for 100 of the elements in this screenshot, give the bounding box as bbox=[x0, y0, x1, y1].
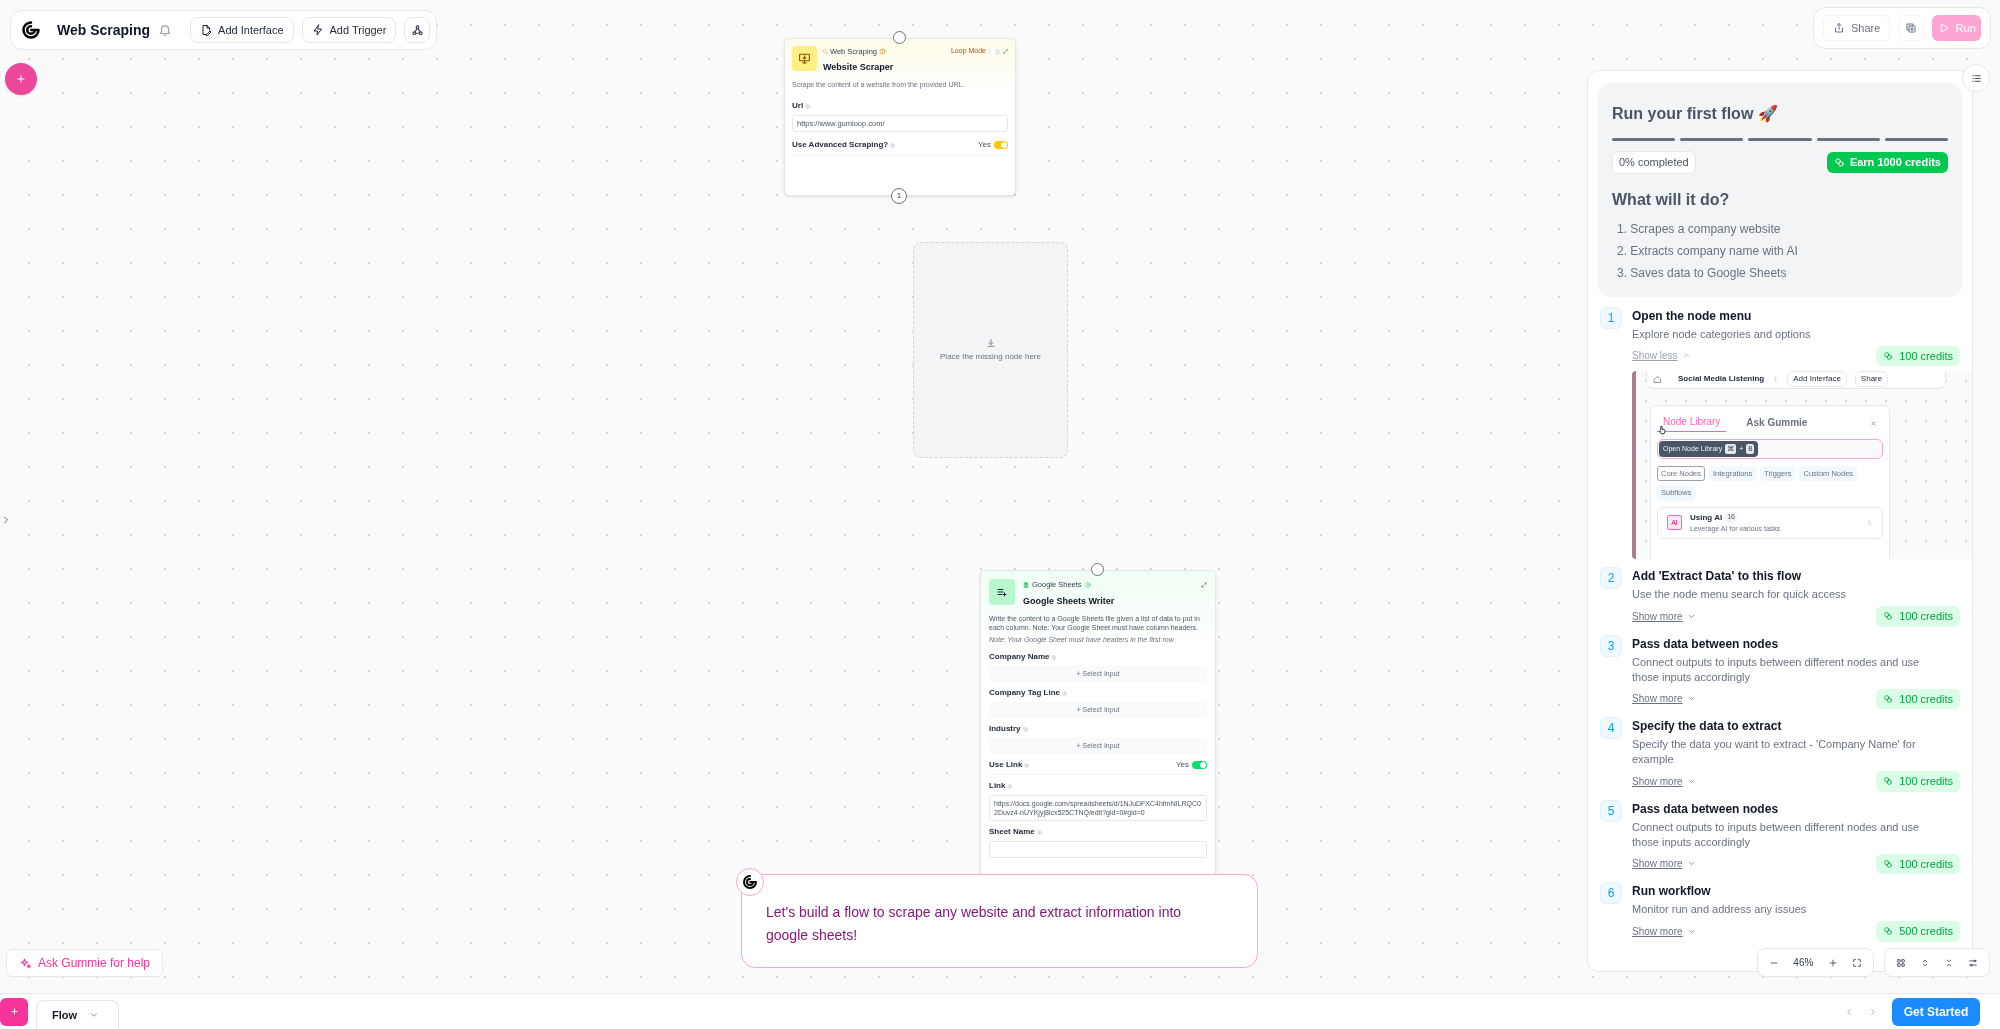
field-label: Company Tag Line bbox=[989, 687, 1060, 700]
sparkles-icon bbox=[19, 956, 32, 970]
toggle-switch[interactable] bbox=[994, 141, 1008, 150]
step-title: Add 'Extract Data' to this flow bbox=[1632, 568, 1803, 585]
hand-cursor-icon bbox=[1657, 425, 1667, 435]
fullscreen-icon bbox=[1851, 957, 1862, 968]
logo-icon bbox=[21, 20, 41, 40]
expand-icon bbox=[1003, 49, 1008, 55]
show-more-toggle[interactable]: Show more bbox=[1632, 923, 1696, 939]
sheet-file-icon bbox=[1023, 581, 1029, 588]
show-more-toggle[interactable]: Show more bbox=[1632, 856, 1696, 872]
library-tab[interactable]: Ask Gummie bbox=[1740, 414, 1814, 432]
field-label: Sheet Name bbox=[989, 826, 1035, 839]
ask-gummie-button[interactable]: Ask Gummie for help bbox=[6, 949, 164, 977]
get-started-button[interactable]: Get Started bbox=[1892, 997, 1980, 1026]
info-icon bbox=[805, 103, 811, 109]
guide-list-item: 2. Extracts company name with AI bbox=[1617, 242, 1799, 260]
node-title: Website Scraper bbox=[823, 61, 895, 75]
sliders-icon bbox=[1968, 957, 1978, 968]
list-icon bbox=[1970, 72, 1982, 84]
step-description: Specify the data you want to extract - 'Company Name' for example bbox=[1632, 737, 1917, 767]
toolbar-button[interactable]: Add Trigger bbox=[301, 17, 397, 43]
step-number: 6 bbox=[1600, 882, 1622, 904]
step-title: Run workflow bbox=[1632, 883, 1712, 900]
zoom-in-button[interactable] bbox=[1827, 957, 1838, 968]
coins-icon bbox=[1883, 858, 1894, 869]
help-icon bbox=[879, 48, 886, 56]
lightning-icon bbox=[311, 24, 324, 36]
duplicate-button[interactable] bbox=[1898, 15, 1925, 41]
show-more-toggle[interactable]: Show more bbox=[1632, 691, 1696, 707]
google-sheets-node[interactable] bbox=[980, 570, 1216, 876]
step-description: Connect outputs to inputs between different nodes and use those inputs accordingly bbox=[1632, 654, 1921, 685]
plus-icon bbox=[8, 1006, 20, 1017]
fit-view-button[interactable] bbox=[1851, 957, 1862, 968]
chat-message: Let's build a flow to scrape any website and extract information into google sheets! bbox=[766, 903, 1183, 945]
connector-handle[interactable]: 1 bbox=[891, 188, 907, 204]
step-description: Use the node menu search for quick access bbox=[1632, 587, 1847, 602]
info-icon bbox=[1061, 690, 1067, 696]
expand-button[interactable] bbox=[1920, 957, 1930, 968]
coins-icon bbox=[1883, 926, 1894, 937]
show-more-toggle[interactable]: Show more bbox=[1632, 773, 1696, 789]
webhook-icon bbox=[410, 23, 424, 37]
guide-title: Run your first flow 🚀 bbox=[1612, 104, 1779, 124]
field-label: Use Advanced Scraping? bbox=[792, 139, 889, 152]
close-icon bbox=[1870, 419, 1877, 427]
outline-button[interactable] bbox=[1962, 64, 1990, 92]
text-field[interactable] bbox=[989, 841, 1207, 859]
coins-icon bbox=[1833, 156, 1845, 168]
zoom-level: 46% bbox=[1793, 956, 1814, 970]
previous-button[interactable] bbox=[1844, 1006, 1854, 1017]
node-placeholder[interactable]: Place the missing node here bbox=[913, 242, 1068, 458]
info-icon bbox=[1051, 654, 1057, 660]
toggle-label: Yes bbox=[977, 139, 991, 152]
chevron-down-icon bbox=[89, 1010, 100, 1020]
webhook-button[interactable] bbox=[404, 17, 431, 43]
share-icon bbox=[1833, 22, 1845, 34]
collapse-button[interactable] bbox=[1944, 957, 1954, 968]
download-icon bbox=[985, 337, 996, 348]
field-label: Use Link bbox=[989, 759, 1023, 772]
preview-flow-title: Social Media Listening bbox=[1678, 373, 1765, 385]
pin-icon bbox=[1772, 375, 1780, 383]
grid-icon bbox=[1896, 957, 1906, 968]
step-description: Explore node categories and options bbox=[1632, 326, 1812, 342]
step-title: Specify the data to extract bbox=[1632, 718, 1783, 735]
add-node-button[interactable] bbox=[5, 63, 37, 95]
credits-badge: 100 credits bbox=[1876, 853, 1960, 874]
collapse-vertical-icon bbox=[1944, 957, 1954, 968]
credits-badge: 100 credits bbox=[1876, 606, 1960, 627]
info-icon bbox=[1022, 726, 1028, 732]
guide-subtitle: What will it do? bbox=[1612, 189, 1731, 210]
step-description: Connect outputs to inputs between different nodes and use those inputs accordingly bbox=[1632, 819, 1921, 850]
next-button[interactable] bbox=[1868, 1006, 1878, 1017]
info-icon bbox=[1024, 762, 1030, 768]
show-more-toggle[interactable]: Show more bbox=[1632, 608, 1696, 624]
share-button[interactable]: Share bbox=[1823, 15, 1891, 41]
settings-button[interactable] bbox=[1968, 957, 1978, 968]
home-icon bbox=[1653, 374, 1662, 384]
step-title: Pass data between nodes bbox=[1632, 800, 1780, 818]
guide-list-item: 3. Saves data to Google Sheets bbox=[1617, 264, 1788, 282]
credits-badge: 500 credits bbox=[1876, 921, 1960, 942]
placeholder-text: Place the missing node here bbox=[940, 350, 1041, 363]
credits-badge: 100 credits bbox=[1876, 345, 1960, 366]
chevron-right-icon bbox=[1868, 1006, 1878, 1017]
flow-tab[interactable]: Flow bbox=[36, 1000, 119, 1029]
grid-button[interactable] bbox=[1896, 957, 1906, 968]
add-tab-button[interactable] bbox=[0, 997, 28, 1026]
expand-icon bbox=[1201, 581, 1207, 588]
toggle-switch[interactable] bbox=[989, 48, 1000, 55]
list-plus-icon bbox=[996, 586, 1008, 598]
step-number: 2 bbox=[1600, 567, 1622, 589]
toolbar-button[interactable]: Add Interface bbox=[190, 17, 294, 43]
coins-icon bbox=[1883, 350, 1894, 361]
field-label: Industry bbox=[989, 723, 1021, 736]
step-number: 5 bbox=[1600, 799, 1622, 822]
toggle-label: Yes bbox=[1175, 759, 1189, 772]
coins-icon bbox=[1883, 693, 1894, 704]
info-icon bbox=[1036, 829, 1042, 835]
show-more-toggle[interactable]: Show less bbox=[1632, 348, 1691, 364]
earn-credits-badge: Earn 1000 credits bbox=[1826, 152, 1948, 173]
toggle-switch[interactable] bbox=[1192, 761, 1207, 770]
